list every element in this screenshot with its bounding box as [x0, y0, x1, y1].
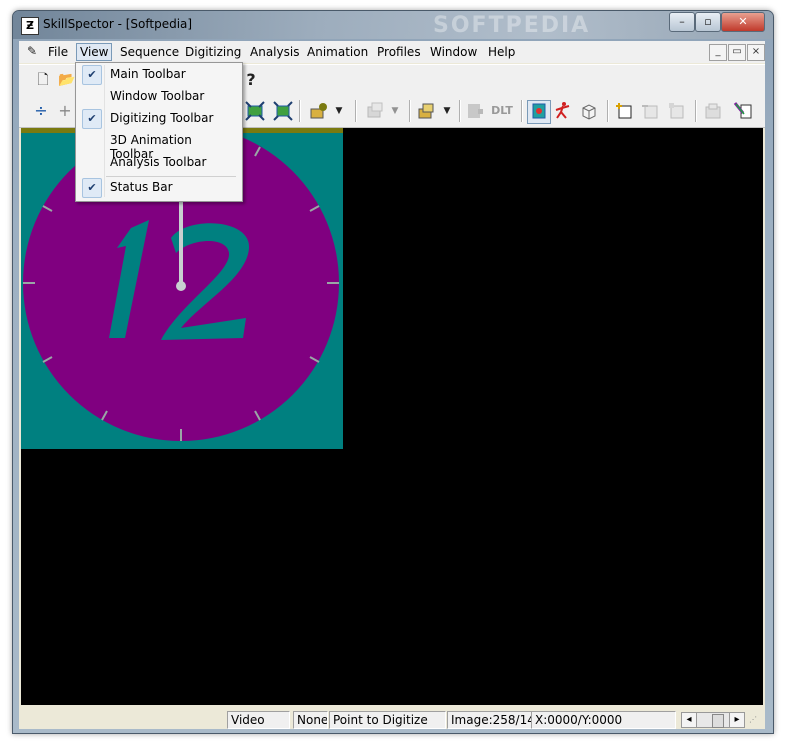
menu-item-label: Digitizing Toolbar [110, 111, 214, 125]
resize-grip-icon[interactable]: ⋰ [749, 715, 761, 727]
mdi-close-button[interactable]: × [747, 44, 765, 61]
menu-item-label: Analysis Toolbar [110, 155, 207, 169]
view-menu-item-digitizing-toolbar[interactable]: ✔ Digitizing Toolbar [78, 108, 238, 129]
view-menu-item-window-toolbar[interactable]: Window Toolbar [78, 86, 238, 107]
toolbar-separator [409, 100, 411, 122]
video-view-icon[interactable] [527, 100, 551, 124]
status-action: Point to Digitize [329, 711, 446, 729]
point-set-icon[interactable] [309, 101, 329, 121]
status-bar: Video None Point to Digitize Image:258/1… [19, 709, 765, 729]
toolbar-separator [521, 100, 523, 122]
point-set-dropdown-icon[interactable]: ▼ [329, 101, 349, 121]
zoom-fit-icon[interactable] [245, 101, 265, 121]
check-icon: ✔ [82, 178, 102, 198]
window-title: SkillSpector - [Softpedia] [43, 17, 193, 31]
video-canvas[interactable] [21, 128, 763, 705]
document-icon[interactable]: ✎ [23, 42, 41, 60]
toolbar-separator [355, 100, 357, 122]
menu-help[interactable]: Help [485, 44, 518, 60]
dlt-button[interactable]: DLT [489, 101, 515, 121]
menu-item-label: Window Toolbar [110, 89, 205, 103]
view-menu-dropdown: ✔ Main Toolbar Window Toolbar ✔ Digitizi… [75, 62, 243, 202]
toolbar-separator [607, 100, 609, 122]
add-point-icon[interactable] [615, 101, 635, 121]
mdi-minimize-button[interactable]: _ [709, 44, 727, 61]
skillspector-app-icon[interactable]: Ƶ [21, 17, 39, 35]
segment-set-dropdown-icon[interactable]: ▼ [385, 101, 405, 121]
export-icon[interactable] [733, 101, 753, 121]
menu-analysis[interactable]: Analysis [247, 44, 302, 60]
mdi-restore-button[interactable]: ▭ [728, 44, 746, 61]
menu-window[interactable]: Window [427, 44, 480, 60]
3d-box-icon[interactable] [579, 101, 599, 121]
minimize-button[interactable]: – [669, 12, 695, 32]
menu-item-label: Main Toolbar [110, 67, 186, 81]
properties-icon[interactable] [703, 101, 723, 121]
add-icon[interactable]: + [55, 101, 75, 121]
new-file-icon[interactable]: 🗋 [33, 70, 53, 90]
title-bar[interactable]: Ƶ SkillSpector - [Softpedia] SOFTPEDIA –… [13, 11, 773, 39]
menu-digitizing[interactable]: Digitizing [182, 44, 244, 60]
view-menu-item-status-bar[interactable]: ✔ Status Bar [78, 177, 238, 198]
scroll-left-button[interactable]: ◂ [682, 713, 697, 727]
status-video: Video [227, 711, 290, 729]
view-menu-item-3d-animation-toolbar[interactable]: 3D Animation Toolbar [78, 130, 238, 161]
menu-bar: ✎ File View Sequence Digitizing Analysis… [19, 41, 765, 63]
menu-item-label: Status Bar [110, 180, 173, 194]
remove-point-icon[interactable] [641, 101, 661, 121]
menu-profiles[interactable]: Profiles [374, 44, 424, 60]
lock-point-icon[interactable] [667, 101, 687, 121]
scroll-right-button[interactable]: ▸ [729, 713, 744, 727]
context-help-icon[interactable]: ? [241, 70, 261, 90]
softpedia-watermark: SOFTPEDIA [433, 13, 591, 38]
status-coords: X:0000/Y:0000 [531, 711, 676, 729]
status-mode: None [293, 711, 328, 729]
zoom-full-icon[interactable] [273, 101, 293, 121]
divide-icon[interactable]: ÷ [31, 101, 51, 121]
menu-animation[interactable]: Animation [304, 44, 371, 60]
close-button[interactable]: ✕ [721, 12, 765, 32]
status-image: Image:258/148/ [447, 711, 532, 729]
toolbar-separator [299, 100, 301, 122]
toolbar-separator [459, 100, 461, 122]
menu-view[interactable]: View [76, 43, 113, 61]
view-menu-item-main-toolbar[interactable]: ✔ Main Toolbar [78, 64, 238, 85]
maximize-button[interactable]: ▫ [695, 12, 721, 32]
stick-figure-icon[interactable] [553, 101, 573, 121]
menu-file[interactable]: File [45, 44, 71, 60]
toolbar-separator [695, 100, 697, 122]
check-icon: ✔ [82, 109, 102, 129]
calibration-icon[interactable] [465, 101, 485, 121]
view-menu-item-analysis-toolbar[interactable]: Analysis Toolbar [78, 152, 238, 173]
sequence-set-dropdown-icon[interactable]: ▼ [437, 101, 457, 121]
sequence-set-icon[interactable] [417, 101, 437, 121]
open-folder-icon[interactable]: 📂 [57, 70, 77, 90]
scroll-thumb[interactable] [712, 714, 724, 728]
frame-scrollbar[interactable]: ◂ ▸ [681, 712, 745, 728]
check-icon: ✔ [82, 65, 102, 85]
menu-sequence[interactable]: Sequence [117, 44, 182, 60]
segment-set-icon[interactable] [365, 101, 385, 121]
